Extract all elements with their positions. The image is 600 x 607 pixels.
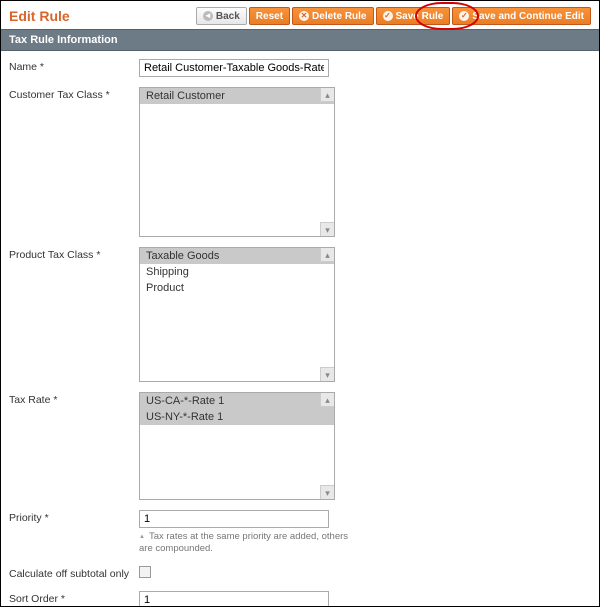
- toolbar: ◄ Back Reset ✕ Delete Rule ✓ Save Rule ✓…: [196, 7, 591, 25]
- list-item[interactable]: Taxable Goods: [140, 248, 334, 264]
- save-icon: ✓: [383, 11, 393, 21]
- page-container: Edit Rule ◄ Back Reset ✕ Delete Rule ✓ S…: [0, 0, 600, 607]
- label-name: Name *: [9, 59, 139, 73]
- scroll-up-icon[interactable]: ▴: [320, 393, 334, 407]
- delete-button[interactable]: ✕ Delete Rule: [292, 7, 373, 25]
- product-class-select[interactable]: ▴ Taxable Goods Shipping Product ▾: [139, 247, 335, 382]
- row-calc-subtotal: Calculate off subtotal only: [9, 566, 591, 581]
- label-product-class: Product Tax Class *: [9, 247, 139, 261]
- list-item[interactable]: US-CA-*-Rate 1: [140, 393, 334, 409]
- form: Name * Customer Tax Class * ▴ Retail Cus…: [1, 51, 599, 607]
- row-name: Name *: [9, 59, 591, 77]
- back-button[interactable]: ◄ Back: [196, 7, 247, 25]
- scroll-up-icon[interactable]: ▴: [320, 248, 334, 262]
- save-continue-icon: ✓: [459, 11, 469, 21]
- page-title: Edit Rule: [9, 8, 70, 24]
- save-continue-button[interactable]: ✓ Save and Continue Edit: [452, 7, 591, 25]
- list-item[interactable]: Retail Customer: [140, 88, 334, 104]
- list-item[interactable]: Shipping: [140, 264, 334, 280]
- row-sort-order: Sort Order *: [9, 591, 591, 607]
- reset-button[interactable]: Reset: [249, 7, 290, 25]
- row-customer-class: Customer Tax Class * ▴ Retail Customer ▾: [9, 87, 591, 237]
- page-header: Edit Rule ◄ Back Reset ✕ Delete Rule ✓ S…: [1, 1, 599, 29]
- list-item[interactable]: Product: [140, 280, 334, 296]
- sort-order-input[interactable]: [139, 591, 329, 607]
- save-button[interactable]: ✓ Save Rule: [376, 7, 451, 25]
- delete-label: Delete Rule: [312, 11, 366, 22]
- label-sort-order: Sort Order *: [9, 591, 139, 605]
- scroll-down-icon[interactable]: ▾: [320, 485, 334, 499]
- save-continue-label: Save and Continue Edit: [472, 11, 584, 22]
- priority-input[interactable]: [139, 510, 329, 528]
- scroll-down-icon[interactable]: ▾: [320, 222, 334, 236]
- back-label: Back: [216, 11, 240, 22]
- row-tax-rate: Tax Rate * ▴ US-CA-*-Rate 1 US-NY-*-Rate…: [9, 392, 591, 500]
- priority-note: Tax rates at the same priority are added…: [139, 531, 359, 556]
- section-header: Tax Rule Information: [1, 29, 599, 51]
- tax-rate-select[interactable]: ▴ US-CA-*-Rate 1 US-NY-*-Rate 1 ▾: [139, 392, 335, 500]
- back-icon: ◄: [203, 11, 213, 21]
- reset-label: Reset: [256, 11, 283, 22]
- customer-class-select[interactable]: ▴ Retail Customer ▾: [139, 87, 335, 237]
- row-priority: Priority * Tax rates at the same priorit…: [9, 510, 591, 556]
- label-calc-subtotal: Calculate off subtotal only: [9, 566, 139, 580]
- save-label: Save Rule: [396, 11, 444, 22]
- name-input[interactable]: [139, 59, 329, 77]
- label-priority: Priority *: [9, 510, 139, 524]
- row-product-class: Product Tax Class * ▴ Taxable Goods Ship…: [9, 247, 591, 382]
- scroll-up-icon[interactable]: ▴: [320, 88, 334, 102]
- scroll-down-icon[interactable]: ▾: [320, 367, 334, 381]
- delete-icon: ✕: [299, 11, 309, 21]
- label-customer-class: Customer Tax Class *: [9, 87, 139, 101]
- list-item[interactable]: US-NY-*-Rate 1: [140, 409, 334, 425]
- label-tax-rate: Tax Rate *: [9, 392, 139, 406]
- calc-subtotal-checkbox[interactable]: [139, 566, 151, 578]
